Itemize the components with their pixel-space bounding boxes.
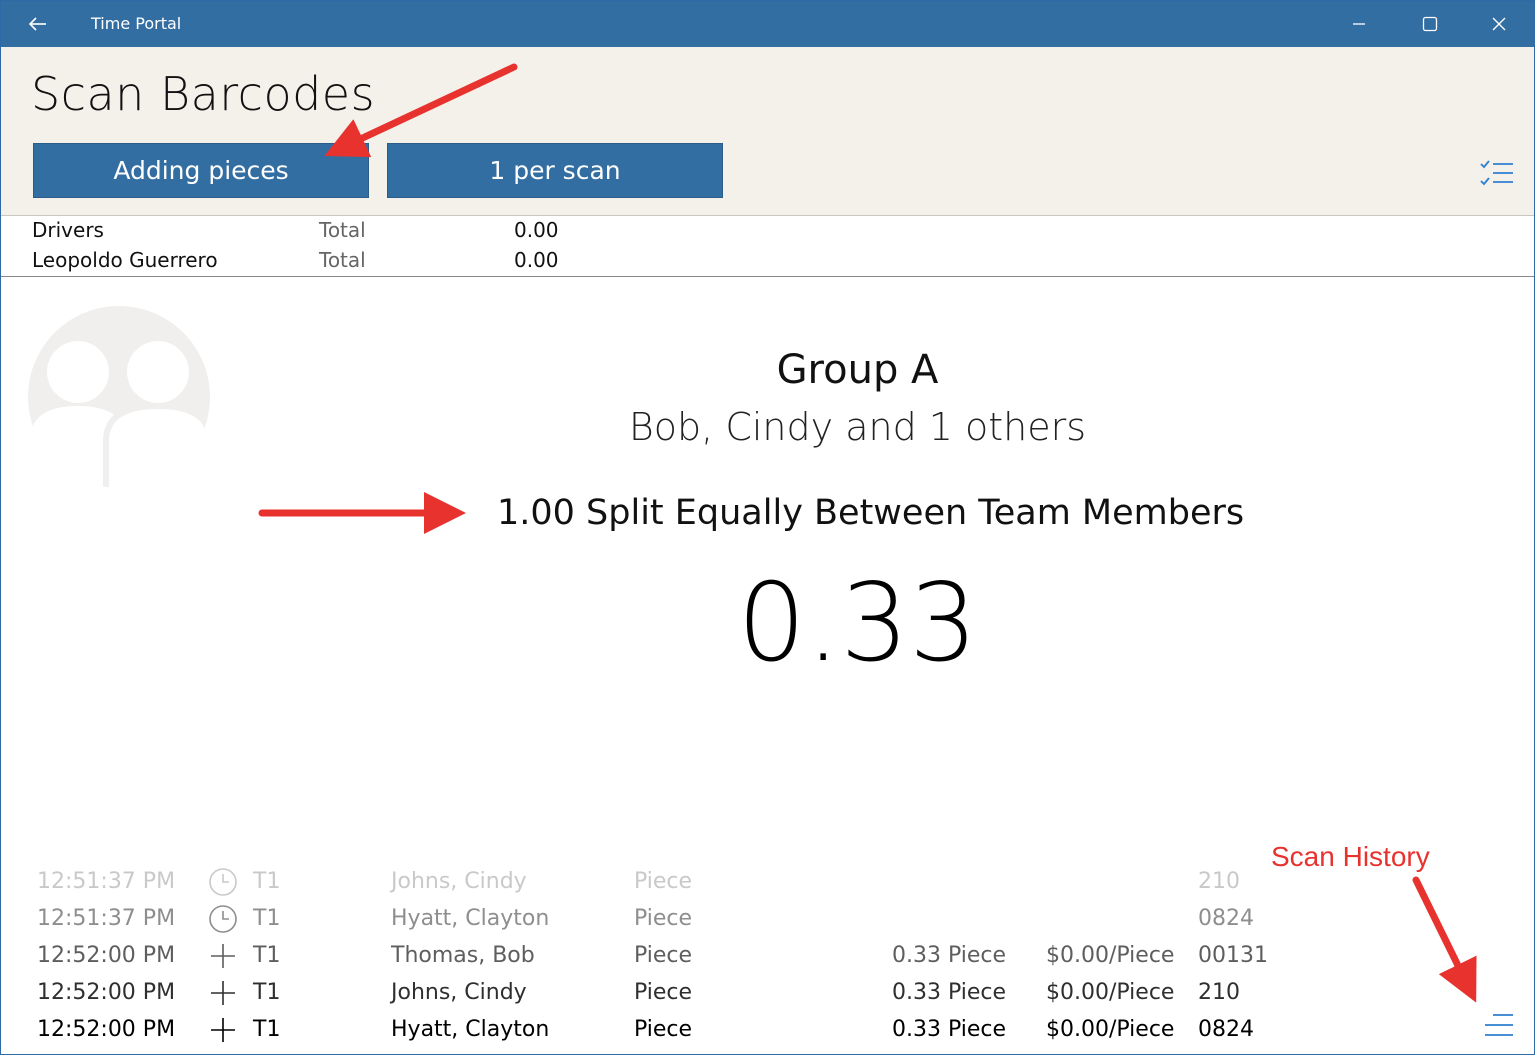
plus-icon <box>211 981 235 1005</box>
group-avatar-icon <box>28 306 210 488</box>
totals-name: Leopoldo Guerrero <box>32 248 218 272</box>
history-name: Johns, Cindy <box>391 980 527 1005</box>
history-qty: 0.33 Piece <box>892 1017 1007 1042</box>
title-bar: Time Portal <box>1 1 1534 47</box>
history-type: Piece <box>634 943 693 968</box>
scan-history-icon[interactable] <box>1481 1009 1517 1041</box>
totals-name: Drivers <box>32 218 104 242</box>
history-qty: 0.33 Piece <box>892 943 1007 968</box>
close-icon[interactable] <box>1479 9 1519 39</box>
plus-icon <box>211 1018 235 1042</box>
history-terminal: T1 <box>253 1017 281 1042</box>
history-code: 0824 <box>1198 906 1254 931</box>
clock-icon <box>209 868 237 896</box>
history-qty: 0.33 Piece <box>892 980 1007 1005</box>
history-time: 12:51:37 PM <box>37 906 176 931</box>
history-code: 0824 <box>1198 1017 1254 1042</box>
history-row[interactable]: 12:51:37 PM T1 Hyatt, Clayton Piece 0824 <box>1 900 1534 937</box>
totals-section: Drivers Total 0.00 Leopoldo Guerrero Tot… <box>1 216 1534 277</box>
clock-icon <box>209 905 237 933</box>
history-type: Piece <box>634 1017 693 1042</box>
plus-icon <box>211 944 235 968</box>
history-code: 210 <box>1198 869 1240 894</box>
history-name: Johns, Cindy <box>391 869 527 894</box>
history-terminal: T1 <box>253 943 281 968</box>
totals-label: Total <box>319 248 366 272</box>
history-row[interactable]: 12:52:00 PM T1 Thomas, Bob Piece 0.33 Pi… <box>1 937 1534 974</box>
page-header: Scan Barcodes Adding pieces 1 per scan <box>1 47 1534 216</box>
scan-history-annotation-label: Scan History <box>1271 841 1430 872</box>
history-code: 00131 <box>1198 943 1268 968</box>
history-name: Hyatt, Clayton <box>391 906 550 931</box>
checklist-icon[interactable] <box>1479 157 1515 189</box>
history-rate: $0.00/Piece <box>1046 1017 1175 1042</box>
app-title: Time Portal <box>91 14 182 33</box>
totals-row: Leopoldo Guerrero Total 0.00 <box>1 248 1534 278</box>
history-row[interactable]: 12:52:00 PM T1 Johns, Cindy Piece 0.33 P… <box>1 974 1534 1011</box>
totals-label: Total <box>319 218 366 242</box>
split-description: 1.00 Split Equally Between Team Members <box>497 493 1245 533</box>
history-type: Piece <box>634 980 693 1005</box>
group-name: Group A <box>776 347 939 393</box>
totals-row: Drivers Total 0.00 <box>1 218 1534 248</box>
history-terminal: T1 <box>253 906 281 931</box>
page-title: Scan Barcodes <box>31 67 376 121</box>
history-terminal: T1 <box>253 980 281 1005</box>
minimize-icon[interactable] <box>1339 9 1379 39</box>
per-scan-button[interactable]: 1 per scan <box>387 143 723 198</box>
adding-pieces-button[interactable]: Adding pieces <box>33 143 369 198</box>
history-type: Piece <box>634 906 693 931</box>
history-name: Hyatt, Clayton <box>391 1017 550 1042</box>
history-name: Thomas, Bob <box>391 943 535 968</box>
history-rate: $0.00/Piece <box>1046 980 1175 1005</box>
history-code: 210 <box>1198 980 1240 1005</box>
history-row[interactable]: 12:52:00 PM T1 Hyatt, Clayton Piece 0.33… <box>1 1011 1534 1048</box>
back-arrow-icon[interactable] <box>23 9 53 39</box>
maximize-icon[interactable] <box>1409 9 1449 39</box>
history-rate: $0.00/Piece <box>1046 943 1175 968</box>
app-window: Time Portal Scan Barcodes Adding pieces … <box>0 0 1535 1055</box>
totals-value: 0.00 <box>514 248 559 272</box>
history-terminal: T1 <box>253 869 281 894</box>
per-member-value: 0.33 <box>737 561 978 686</box>
group-members: Bob, Cindy and 1 others <box>628 405 1087 449</box>
history-type: Piece <box>634 869 693 894</box>
history-time: 12:52:00 PM <box>37 943 176 968</box>
history-time: 12:52:00 PM <box>37 1017 176 1042</box>
totals-value: 0.00 <box>514 218 559 242</box>
history-time: 12:52:00 PM <box>37 980 176 1005</box>
history-time: 12:51:37 PM <box>37 869 176 894</box>
